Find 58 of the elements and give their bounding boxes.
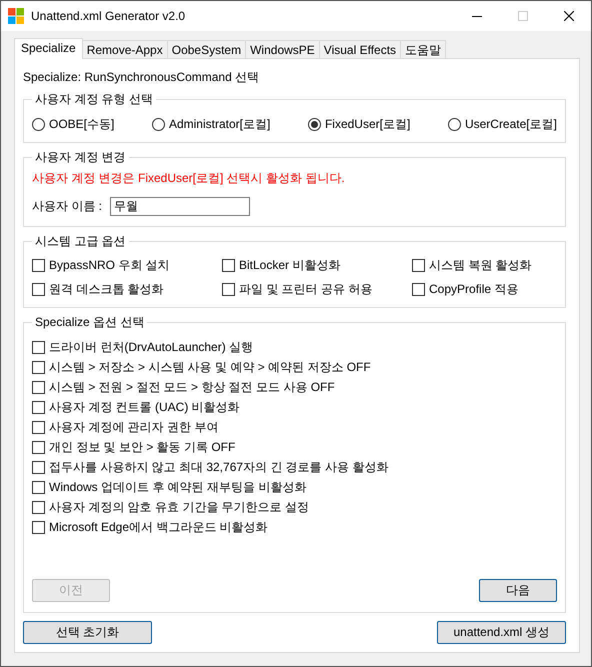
generate-button[interactable]: unattend.xml 생성 bbox=[437, 621, 566, 644]
checkbox[interactable] bbox=[32, 340, 45, 354]
checkbox[interactable] bbox=[32, 258, 45, 272]
checkbox-label[interactable]: 사용자 계정에 관리자 권한 부여 bbox=[49, 418, 218, 436]
section-heading: Specialize: RunSynchronousCommand 선택 bbox=[23, 69, 260, 85]
reset-button[interactable]: 선택 초기화 bbox=[23, 621, 152, 644]
checkbox[interactable] bbox=[412, 258, 425, 272]
radio-label[interactable]: Administrator[로컬] bbox=[168, 116, 270, 132]
checkbox[interactable] bbox=[32, 440, 45, 454]
radio-label[interactable]: FixedUser[로컬] bbox=[324, 116, 410, 132]
checkbox-label[interactable]: 개인 정보 및 보안 > 활동 기록 OFF bbox=[49, 438, 236, 456]
checkbox-label[interactable]: 원격 데스크톱 활성화 bbox=[49, 280, 164, 298]
window-title: Unattend.xml Generator v2.0 bbox=[31, 9, 186, 23]
radio-label[interactable]: OOBE[수동] bbox=[49, 116, 114, 132]
checkbox-label[interactable]: 드라이버 런처(DrvAutoLauncher) 실행 bbox=[49, 338, 254, 356]
checkbox[interactable] bbox=[32, 480, 45, 494]
checkbox-label[interactable]: 시스템 > 전원 > 절전 모드 > 항상 절전 모드 사용 OFF bbox=[49, 378, 335, 396]
checkbox[interactable] bbox=[32, 420, 45, 434]
radio-button[interactable] bbox=[32, 118, 45, 130]
group-title: 시스템 고급 옵션 bbox=[34, 233, 127, 250]
checkbox[interactable] bbox=[32, 282, 45, 296]
username-field[interactable]: 무월 bbox=[110, 197, 250, 216]
radio-button[interactable] bbox=[308, 118, 321, 130]
checkbox-label[interactable]: 시스템 > 저장소 > 시스템 사용 및 예약 > 예약된 저장소 OFF bbox=[49, 358, 371, 376]
group-title: 사용자 계정 유형 선택 bbox=[34, 91, 154, 108]
checkbox-label[interactable]: 사용자 계정 컨트롤 (UAC) 비활성화 bbox=[49, 398, 240, 416]
tab[interactable]: Specialize bbox=[14, 38, 83, 59]
tab[interactable]: Remove-Appx bbox=[82, 40, 168, 58]
checkbox-label[interactable]: 시스템 복원 활성화 bbox=[429, 256, 532, 274]
checkbox-label[interactable]: BitLocker 비활성화 bbox=[239, 256, 340, 274]
close-icon[interactable] bbox=[564, 11, 574, 21]
checkbox-label[interactable]: Microsoft Edge에서 백그라운드 비활성화 bbox=[49, 518, 268, 536]
checkbox[interactable] bbox=[412, 282, 425, 296]
checkbox-label[interactable]: BypassNRO 우회 설치 bbox=[49, 256, 170, 274]
checkbox[interactable] bbox=[222, 282, 235, 296]
tab[interactable]: OobeSystem bbox=[166, 40, 246, 58]
checkbox[interactable] bbox=[32, 520, 45, 534]
checkbox[interactable] bbox=[32, 380, 45, 394]
checkbox[interactable] bbox=[32, 460, 45, 474]
checkbox-label[interactable]: Windows 업데이트 후 예약된 재부팅을 비활성화 bbox=[49, 478, 306, 496]
checkbox[interactable] bbox=[32, 400, 45, 414]
radio-button[interactable] bbox=[448, 118, 461, 130]
checkbox-label[interactable]: 접두사를 사용하지 않고 최대 32,767자의 긴 경로를 사용 활성화 bbox=[49, 458, 388, 476]
app-icon bbox=[8, 8, 24, 24]
checkbox[interactable] bbox=[32, 360, 45, 374]
checkbox-label[interactable]: 사용자 계정의 암호 유효 기간을 무기한으로 설정 bbox=[49, 498, 310, 516]
group-title: Specialize 옵션 선택 bbox=[34, 314, 146, 331]
next-button[interactable]: 다음 bbox=[479, 579, 557, 602]
radio-label[interactable]: UserCreate[로컬] bbox=[464, 116, 557, 132]
notice-text: 사용자 계정 변경은 FixedUser[로컬] 선택시 활성화 됩니다. bbox=[32, 170, 346, 187]
checkbox-label[interactable]: CopyProfile 적용 bbox=[429, 280, 518, 298]
radio-button[interactable] bbox=[152, 118, 165, 130]
checkbox[interactable] bbox=[222, 258, 235, 272]
group-title: 사용자 계정 변경 bbox=[34, 149, 127, 166]
tab[interactable]: 도움말 bbox=[400, 40, 446, 58]
checkbox-label[interactable]: 파일 및 프린터 공유 허용 bbox=[239, 280, 372, 298]
field-label: 사용자 이름 : bbox=[32, 198, 102, 215]
checkbox[interactable] bbox=[32, 500, 45, 514]
